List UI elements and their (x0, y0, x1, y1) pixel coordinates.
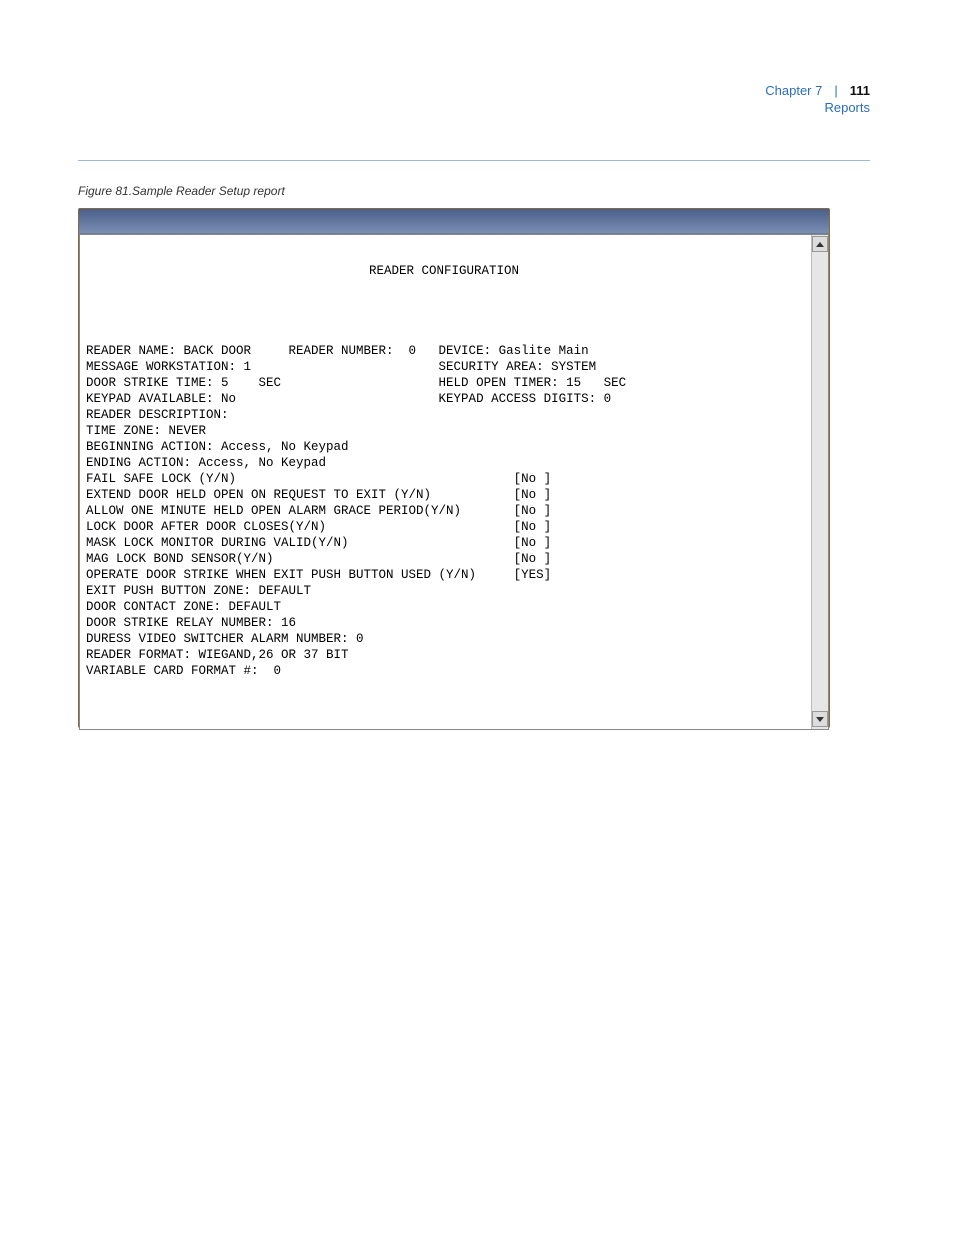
chevron-up-icon (816, 242, 824, 247)
page-header: Chapter 7 | 111 Reports (765, 82, 870, 116)
scroll-up-button[interactable] (812, 236, 828, 252)
chevron-down-icon (816, 717, 824, 722)
header-separator: | (834, 82, 837, 99)
scroll-down-button[interactable] (812, 711, 828, 727)
report-viewport: READER CONFIGURATION READER NAME: BACK D… (79, 234, 829, 730)
section-label: Reports (765, 99, 870, 116)
document-page: Chapter 7 | 111 Reports Figure 81.Sample… (0, 0, 954, 1235)
report-content: READER CONFIGURATION READER NAME: BACK D… (80, 235, 812, 729)
header-rule (78, 160, 870, 161)
chapter-label: Chapter 7 (765, 82, 822, 99)
screenshot-frame: READER CONFIGURATION READER NAME: BACK D… (78, 208, 830, 728)
figure-caption: Figure 81.Sample Reader Setup report (78, 184, 285, 198)
report-title: READER CONFIGURATION (86, 263, 802, 279)
page-number: 111 (850, 82, 870, 99)
window-titlebar (79, 209, 829, 234)
vertical-scrollbar[interactable] (811, 235, 828, 729)
report-body: READER NAME: BACK DOOR READER NUMBER: 0 … (86, 344, 626, 678)
